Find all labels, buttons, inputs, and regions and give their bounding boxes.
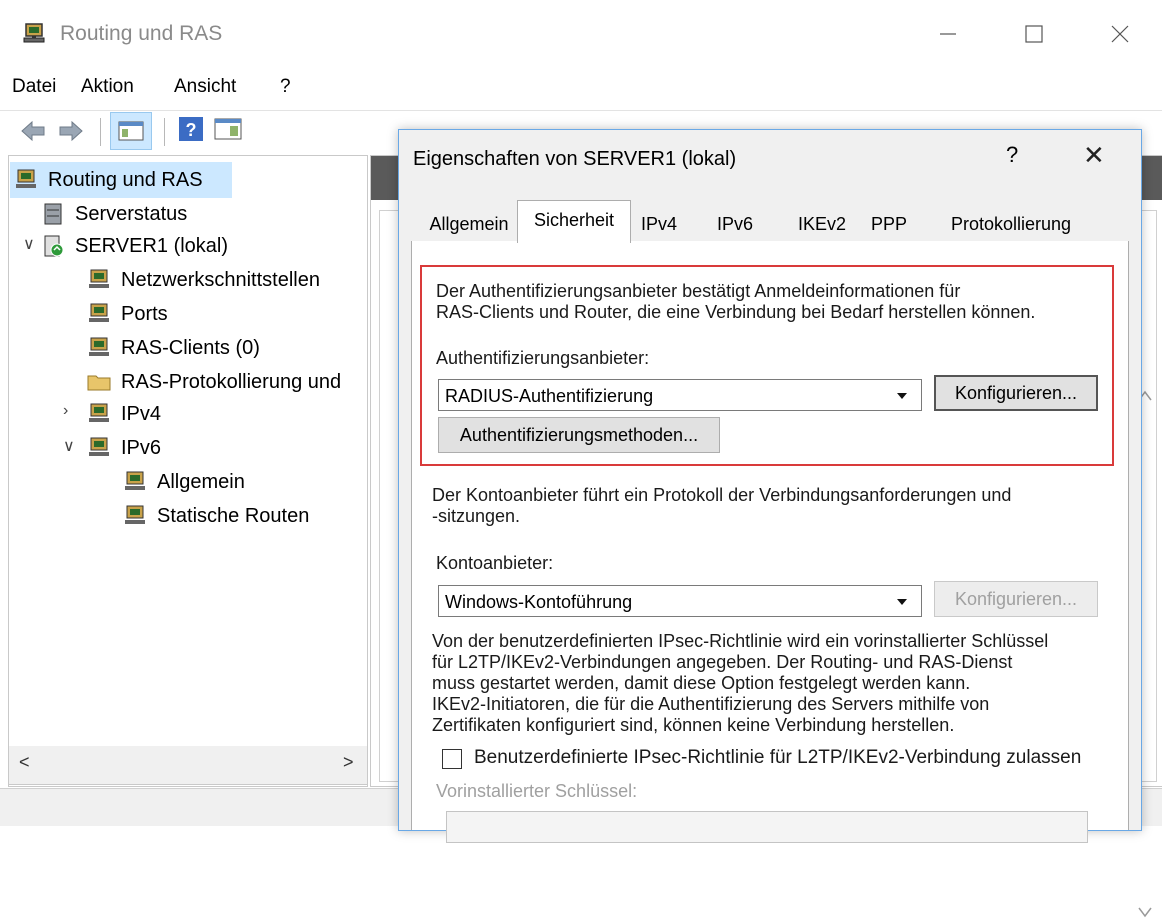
ipsec-policy-checkbox-label[interactable]: Benutzerdefinierte IPsec-Richtlinie für …	[474, 747, 1081, 768]
tree-label: RAS-Clients (0)	[121, 336, 260, 359]
tree-label: Routing und RAS	[48, 168, 203, 191]
ipsec-policy-checkbox[interactable]	[442, 749, 462, 769]
back-arrow-icon[interactable]	[18, 116, 48, 146]
tab-ipv6[interactable]: IPv6	[707, 206, 763, 240]
routing-ras-icon	[89, 269, 109, 288]
accounting-configure-button[interactable]: Konfigurieren...	[934, 581, 1098, 617]
tab-ikev2[interactable]: IKEv2	[789, 206, 855, 240]
horizontal-scrollbar[interactable]: < >	[8, 746, 368, 785]
routing-ras-icon	[89, 403, 109, 422]
tree-item-serverstatus[interactable]: Serverstatus	[41, 198, 187, 230]
auth-configure-button[interactable]: Konfigurieren...	[934, 375, 1098, 411]
forward-arrow-icon[interactable]	[56, 116, 86, 146]
ipsec-description-line4: IKEv2-Initiatoren, die für die Authentif…	[432, 694, 990, 714]
tree-label: Serverstatus	[75, 202, 188, 225]
auth-provider-select[interactable]: RADIUS-Authentifizierung	[438, 379, 922, 411]
routing-ras-icon	[125, 505, 145, 524]
title-bar: Routing und RAS	[0, 0, 1162, 64]
ipsec-description-line2: für L2TP/IKEv2-Verbindungen angegeben. D…	[432, 652, 1013, 672]
tree-item-ras-clients[interactable]: RAS-Clients (0)	[87, 332, 260, 364]
tab-ipv4[interactable]: IPv4	[631, 206, 687, 240]
tree-label: Statische Routen	[157, 504, 310, 527]
routing-ras-icon	[125, 471, 145, 490]
scroll-left-icon[interactable]: <	[19, 752, 30, 773]
tree-item-server1[interactable]: SERVER1 (lokal)	[41, 230, 228, 262]
menu-help[interactable]: ?	[280, 76, 291, 98]
routing-ras-icon	[23, 23, 45, 43]
tree-label: Netzwerkschnittstellen	[121, 268, 320, 291]
svg-text:?: ?	[186, 120, 197, 140]
dropdown-arrow-icon	[897, 599, 907, 605]
close-icon[interactable]	[1100, 14, 1140, 54]
tree-item-routing-ras[interactable]: Routing und RAS	[14, 164, 203, 196]
dialog-title: Eigenschaften von SERVER1 (lokal)	[413, 148, 737, 170]
tree-item-netzwerkschnittstellen[interactable]: Netzwerkschnittstellen	[87, 264, 320, 296]
auth-provider-value: RADIUS-Authentifizierung	[445, 386, 654, 406]
dropdown-arrow-icon	[897, 393, 907, 399]
tree-item-ras-protokollierung[interactable]: RAS-Protokollierung und	[87, 366, 341, 398]
tree-item-statische-routen[interactable]: Statische Routen	[123, 500, 309, 532]
tab-allgemein[interactable]: Allgemein	[417, 206, 521, 240]
routing-ras-icon	[89, 303, 109, 322]
security-tab-panel: Der Authentifizierungsanbieter bestätigt…	[411, 241, 1129, 843]
menu-ansicht[interactable]: Ansicht	[174, 76, 236, 98]
tree-label: Ports	[121, 302, 168, 325]
ipsec-description-line3: muss gestartet werden, damit diese Optio…	[432, 673, 971, 693]
tree-item-ipv6[interactable]: IPv6	[87, 432, 161, 464]
properties-dialog: Eigenschaften von SERVER1 (lokal) ? ✕ Al…	[398, 129, 1142, 843]
preshared-key-input[interactable]	[446, 811, 1088, 843]
action-pane-icon[interactable]	[214, 116, 242, 142]
menu-aktion[interactable]: Aktion	[81, 76, 134, 98]
window-title: Routing und RAS	[60, 22, 223, 45]
accounting-provider-select[interactable]: Windows-Kontoführung	[438, 585, 922, 617]
folder-icon	[87, 375, 111, 391]
toolbar-separator	[164, 118, 165, 146]
auth-description-line1: Der Authentifizierungsanbieter bestätigt…	[436, 281, 961, 301]
accounting-description-line1: Der Kontoanbieter führt ein Protokoll de…	[432, 485, 1012, 505]
show-hide-tree-button[interactable]	[110, 112, 152, 150]
dialog-close-button[interactable]: ✕	[1083, 140, 1105, 171]
tree-item-ipv4[interactable]: IPv4	[87, 398, 161, 430]
menu-datei[interactable]: Datei	[12, 76, 56, 98]
console-tree-icon	[118, 121, 144, 141]
scroll-right-icon[interactable]: >	[343, 752, 354, 773]
auth-methods-button[interactable]: Authentifizierungsmethoden...	[438, 417, 720, 453]
server-icon	[44, 235, 64, 257]
auth-description-line2: RAS-Clients und Router, die eine Verbind…	[436, 302, 1036, 322]
toolbar-separator	[100, 118, 101, 146]
accounting-provider-value: Windows-Kontoführung	[445, 592, 633, 612]
ipsec-description-line1: Von der benutzerdefinierten IPsec-Richtl…	[432, 631, 1049, 651]
routing-ras-icon	[89, 337, 109, 356]
chevron-right-icon[interactable]: ›	[63, 402, 68, 420]
chevron-down-icon[interactable]: ∨	[63, 436, 75, 456]
preshared-key-label: Vorinstallierter Schlüssel:	[436, 781, 638, 801]
chevron-down-icon[interactable]: ∨	[23, 234, 35, 254]
accounting-description-line2: -sitzungen.	[432, 506, 521, 526]
tab-protokollierung[interactable]: Protokollierung	[933, 206, 1089, 240]
routing-ras-icon	[89, 437, 109, 456]
tree-label: IPv6	[121, 436, 162, 459]
routing-ras-icon	[16, 169, 36, 188]
dialog-help-button[interactable]: ?	[1006, 142, 1018, 168]
tab-ppp[interactable]: PPP	[861, 206, 917, 240]
ipsec-description-line5: Zertifikaten konfiguriert sind, können k…	[432, 715, 955, 735]
tab-sicherheit[interactable]: Sicherheit	[517, 200, 631, 243]
help-icon[interactable]: ?	[178, 116, 204, 142]
server-status-icon	[44, 203, 62, 225]
tree-label: SERVER1 (lokal)	[75, 234, 229, 257]
maximize-icon[interactable]	[1014, 14, 1054, 54]
accounting-provider-label: Kontoanbieter:	[436, 553, 554, 573]
tree-item-allgemein[interactable]: Allgemein	[123, 466, 245, 498]
tree-label: Allgemein	[157, 470, 245, 493]
tree-label: RAS-Protokollierung und	[121, 370, 342, 393]
auth-provider-label: Authentifizierungsanbieter:	[436, 348, 650, 368]
tree-item-ports[interactable]: Ports	[87, 298, 168, 330]
console-tree: Routing und RAS Serverstatus ∨ SERVER1 (…	[8, 155, 368, 787]
minimize-icon[interactable]	[928, 14, 968, 54]
tree-label: IPv4	[121, 402, 162, 425]
